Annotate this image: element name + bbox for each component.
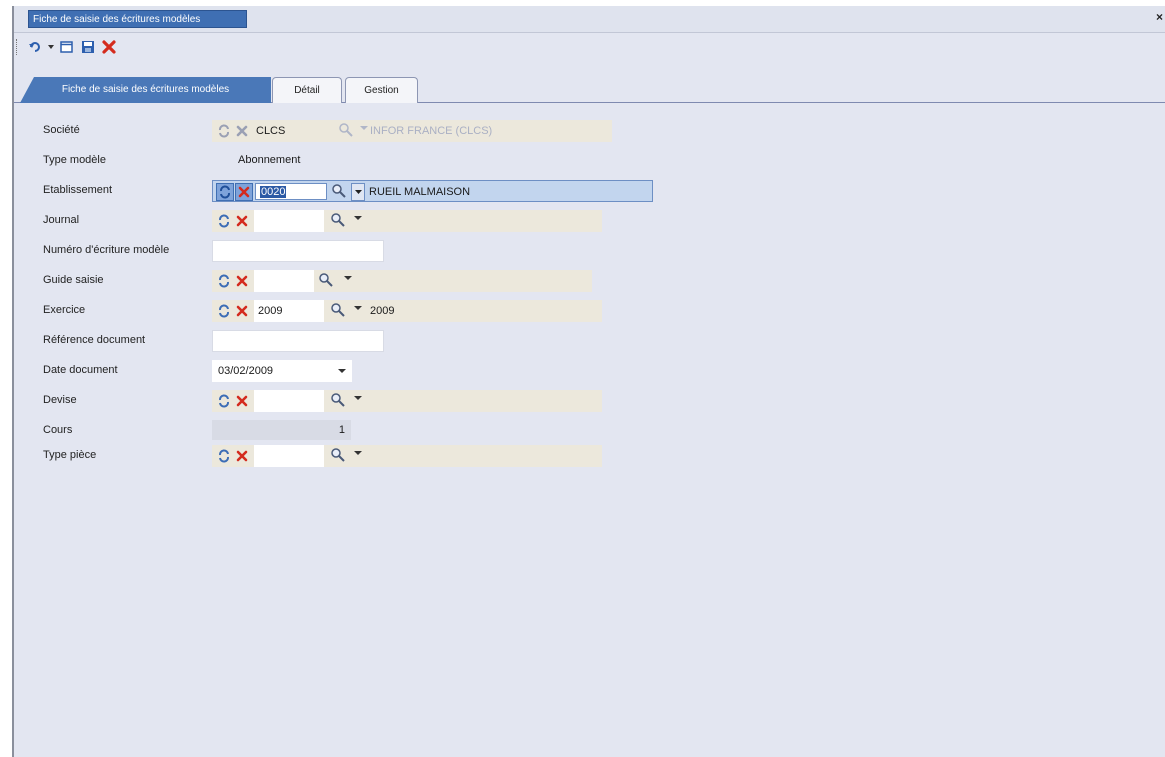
label-guide-saisie: Guide saisie — [43, 274, 104, 286]
refresh-icon[interactable] — [216, 303, 232, 319]
refresh-icon[interactable] — [216, 273, 232, 289]
dropdown-arrow-icon[interactable] — [47, 38, 55, 56]
tab-bar: Fiche de saisie des écritures modèles Dé… — [14, 70, 1165, 103]
etablissement-code: 0020 — [260, 186, 287, 198]
tab-fiche-saisie[interactable]: Fiche de saisie des écritures modèles — [20, 77, 271, 103]
cours-value: 1 — [212, 420, 351, 440]
refresh-icon[interactable] — [216, 213, 232, 229]
chevron-down-icon[interactable] — [354, 306, 362, 310]
refresh-icon[interactable] — [216, 183, 234, 201]
row-devise: Devise — [14, 390, 1165, 412]
label-type-modele: Type modèle — [43, 154, 106, 166]
exercice-code-input[interactable]: 2009 — [254, 300, 324, 322]
label-devise: Devise — [43, 394, 77, 406]
exercice-lookup: 2009 2009 — [212, 300, 602, 322]
search-icon — [338, 122, 354, 141]
row-reference-document: Référence document — [14, 330, 1165, 352]
guide-saisie-code-input[interactable] — [254, 270, 314, 292]
chevron-down-icon[interactable] — [354, 216, 362, 220]
date-document-value: 03/02/2009 — [218, 365, 274, 377]
search-icon[interactable] — [330, 447, 346, 466]
toolbar-grip[interactable] — [16, 39, 19, 55]
refresh-icon[interactable] — [216, 393, 232, 409]
search-icon[interactable] — [331, 183, 347, 202]
etablissement-lookup: 0020 RUEIL MALMAISON — [212, 180, 653, 202]
clear-icon — [234, 123, 250, 139]
main-window: Fiche de saisie des écritures modèles × … — [12, 6, 1165, 757]
row-societe: Société CLCS INFOR FRANCE (CLCS) — [14, 120, 1165, 142]
document-tab-strip: Fiche de saisie des écritures modèles × — [14, 6, 1165, 33]
numero-ecriture-input[interactable] — [212, 240, 384, 262]
refresh-icon — [216, 123, 232, 139]
chevron-down-icon[interactable] — [354, 396, 362, 400]
reference-document-input[interactable] — [212, 330, 384, 352]
label-exercice: Exercice — [43, 304, 86, 316]
refresh-icon[interactable] — [216, 448, 232, 464]
type-piece-lookup — [212, 445, 602, 467]
delete-icon[interactable] — [100, 38, 118, 56]
toolbar — [16, 36, 118, 58]
row-cours: Cours 1 — [14, 420, 1165, 442]
tab-detail[interactable]: Détail — [272, 77, 342, 103]
chevron-down-icon — [360, 126, 368, 130]
chevron-down-icon[interactable] — [344, 276, 352, 280]
save-icon[interactable] — [79, 38, 97, 56]
label-cours: Cours — [43, 424, 73, 436]
search-icon[interactable] — [330, 212, 346, 231]
row-etablissement: Etablissement 0020 RUEIL MALMAISON — [14, 180, 1165, 202]
close-icon[interactable]: × — [1156, 10, 1163, 24]
clear-icon[interactable] — [234, 213, 250, 229]
societe-lookup: CLCS INFOR FRANCE (CLCS) — [212, 120, 612, 142]
label-journal: Journal — [43, 214, 80, 226]
row-exercice: Exercice 2009 2009 — [14, 300, 1165, 322]
clear-icon[interactable] — [234, 303, 250, 319]
tab-gestion[interactable]: Gestion — [345, 77, 418, 103]
row-type-piece: Type pièce — [14, 445, 1165, 467]
etablissement-code-input[interactable]: 0020 — [255, 183, 327, 200]
chevron-down-icon[interactable] — [351, 183, 365, 201]
row-guide-saisie: Guide saisie — [14, 270, 1165, 292]
devise-code-input[interactable] — [254, 390, 324, 412]
chevron-down-icon[interactable] — [354, 451, 362, 455]
row-journal: Journal — [14, 210, 1165, 232]
new-document-icon[interactable] — [58, 38, 76, 56]
search-icon[interactable] — [318, 272, 334, 291]
row-numero-ecriture: Numéro d'écriture modèle — [14, 240, 1165, 262]
journal-code-input[interactable] — [254, 210, 324, 232]
societe-code: CLCS — [256, 125, 286, 137]
etablissement-libelle: RUEIL MALMAISON — [369, 186, 471, 198]
date-document-picker[interactable]: 03/02/2009 — [212, 360, 352, 382]
search-icon[interactable] — [330, 392, 346, 411]
clear-icon[interactable] — [234, 393, 250, 409]
label-type-piece: Type pièce — [43, 449, 97, 461]
type-piece-code-input[interactable] — [254, 445, 324, 467]
undo-icon[interactable] — [26, 38, 44, 56]
societe-libelle: INFOR FRANCE (CLCS) — [370, 125, 493, 137]
clear-icon[interactable] — [235, 183, 253, 201]
label-societe: Société — [43, 124, 80, 136]
label-reference-document: Référence document — [43, 334, 146, 346]
clear-icon[interactable] — [234, 273, 250, 289]
devise-lookup — [212, 390, 602, 412]
clear-icon[interactable] — [234, 448, 250, 464]
label-etablissement: Etablissement — [43, 184, 113, 196]
row-date-document: Date document 03/02/2009 — [14, 360, 1165, 382]
document-tab[interactable]: Fiche de saisie des écritures modèles — [28, 10, 247, 28]
row-type-modele: Type modèle Abonnement — [14, 150, 1165, 172]
type-modele-value: Abonnement — [238, 154, 301, 166]
label-date-document: Date document — [43, 364, 118, 376]
guide-saisie-lookup — [212, 270, 592, 292]
label-numero-ecriture: Numéro d'écriture modèle — [43, 244, 170, 256]
exercice-libelle: 2009 — [370, 305, 395, 317]
search-icon[interactable] — [330, 302, 346, 321]
chevron-down-icon[interactable] — [338, 369, 346, 373]
journal-lookup — [212, 210, 602, 232]
